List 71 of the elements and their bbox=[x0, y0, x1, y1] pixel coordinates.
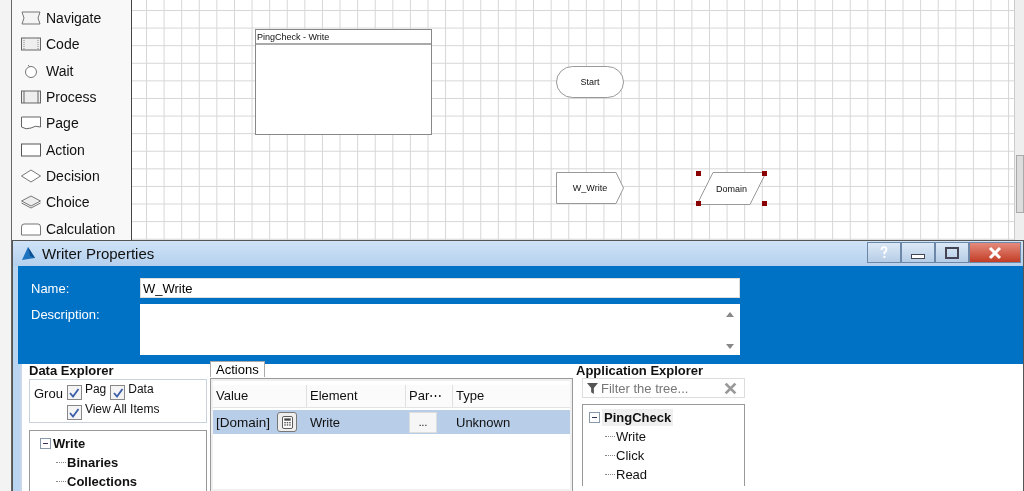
decision-shape-icon bbox=[20, 168, 42, 185]
panel-title: Application Explorer bbox=[576, 364, 705, 377]
panel-title: Data Explorer bbox=[29, 364, 115, 377]
toolbox-item[interactable]: Wait bbox=[20, 59, 131, 82]
navigate-shape-icon bbox=[20, 10, 42, 27]
toolbox-item[interactable]: Decision bbox=[20, 164, 131, 188]
description-field[interactable] bbox=[140, 304, 740, 355]
column-header[interactable]: Value bbox=[213, 385, 307, 407]
checkbox[interactable] bbox=[66, 385, 82, 400]
maximize-icon bbox=[945, 245, 959, 260]
clear-icon[interactable] bbox=[724, 381, 737, 395]
code-shape-icon bbox=[20, 36, 42, 53]
calculator-icon bbox=[281, 415, 293, 429]
toolbox-item[interactable]: Page bbox=[20, 112, 131, 135]
page-shape-icon bbox=[20, 115, 42, 132]
tree-item[interactable]: Write bbox=[53, 436, 86, 451]
choice-shape-icon bbox=[20, 194, 42, 211]
parameters-button[interactable]: ... bbox=[409, 411, 437, 433]
collapse-icon[interactable] bbox=[589, 412, 600, 423]
calculation-shape-icon bbox=[20, 220, 42, 237]
writer-node[interactable]: W_Write bbox=[556, 172, 624, 204]
scrollbar[interactable] bbox=[1014, 0, 1024, 240]
app-logo-icon bbox=[20, 245, 36, 262]
help-button[interactable] bbox=[867, 242, 901, 263]
action-shape-icon bbox=[20, 141, 42, 158]
column-header[interactable]: Par⋯ bbox=[406, 385, 453, 407]
column-header[interactable]: Element bbox=[307, 385, 406, 407]
data-node[interactable]: Domain bbox=[696, 171, 767, 206]
filter-field[interactable]: Filter the tree... bbox=[582, 378, 745, 398]
checkbox[interactable] bbox=[110, 385, 126, 400]
terminator-node[interactable]: Start bbox=[556, 66, 624, 98]
tree-item[interactable]: Binaries bbox=[67, 455, 119, 470]
maximize-button[interactable] bbox=[935, 242, 969, 263]
window-title: Writer Properties bbox=[42, 245, 155, 262]
minimize-button[interactable] bbox=[901, 242, 935, 263]
table-row[interactable]: [Domain] Write ... Unknown bbox=[213, 410, 570, 434]
calculator-button[interactable] bbox=[277, 412, 298, 432]
close-icon bbox=[988, 245, 1002, 260]
tree-item[interactable]: Click bbox=[616, 448, 645, 463]
checkbox-label: Data bbox=[128, 382, 154, 396]
toolbox-item[interactable]: Calculation bbox=[20, 217, 131, 240]
tree-item[interactable]: PingCheck bbox=[602, 409, 674, 426]
minimize-icon bbox=[911, 254, 925, 259]
scroll-up-icon[interactable] bbox=[726, 312, 734, 317]
tree-item[interactable]: Collections bbox=[67, 474, 138, 489]
toolbox-item[interactable]: Navigate bbox=[20, 7, 131, 30]
tree-item[interactable]: Write bbox=[616, 429, 647, 444]
tree-item[interactable]: Read bbox=[616, 467, 648, 482]
toolbox-item[interactable]: Code bbox=[20, 33, 131, 56]
table-cell-text: Unknown bbox=[455, 414, 512, 430]
close-button[interactable] bbox=[969, 242, 1021, 263]
tab[interactable]: Actions bbox=[210, 361, 265, 377]
name-field[interactable]: W_Write bbox=[140, 278, 740, 298]
process-shape-icon bbox=[20, 89, 42, 106]
toolbox-item[interactable]: Choice bbox=[20, 191, 131, 214]
collapse-icon[interactable] bbox=[40, 438, 51, 449]
toolbox-item[interactable]: Action bbox=[20, 138, 131, 161]
checkbox-label: Pag bbox=[84, 382, 107, 396]
checkbox-label: View All Items bbox=[84, 402, 160, 416]
checkbox[interactable] bbox=[66, 405, 82, 420]
column-header[interactable]: Type bbox=[453, 385, 570, 407]
toolbox-item[interactable]: Process bbox=[20, 86, 131, 109]
name-label: Name: bbox=[31, 280, 71, 296]
group-label: Grou bbox=[34, 385, 63, 403]
question-mark-icon bbox=[879, 245, 889, 260]
frame-title: PingCheck - Write bbox=[256, 30, 431, 45]
filter-icon bbox=[587, 382, 598, 394]
table-cell: [Domain] bbox=[216, 414, 271, 430]
description-label: Description: bbox=[31, 306, 101, 322]
scroll-down-icon[interactable] bbox=[726, 344, 734, 349]
table-cell-text: Write bbox=[309, 414, 342, 430]
